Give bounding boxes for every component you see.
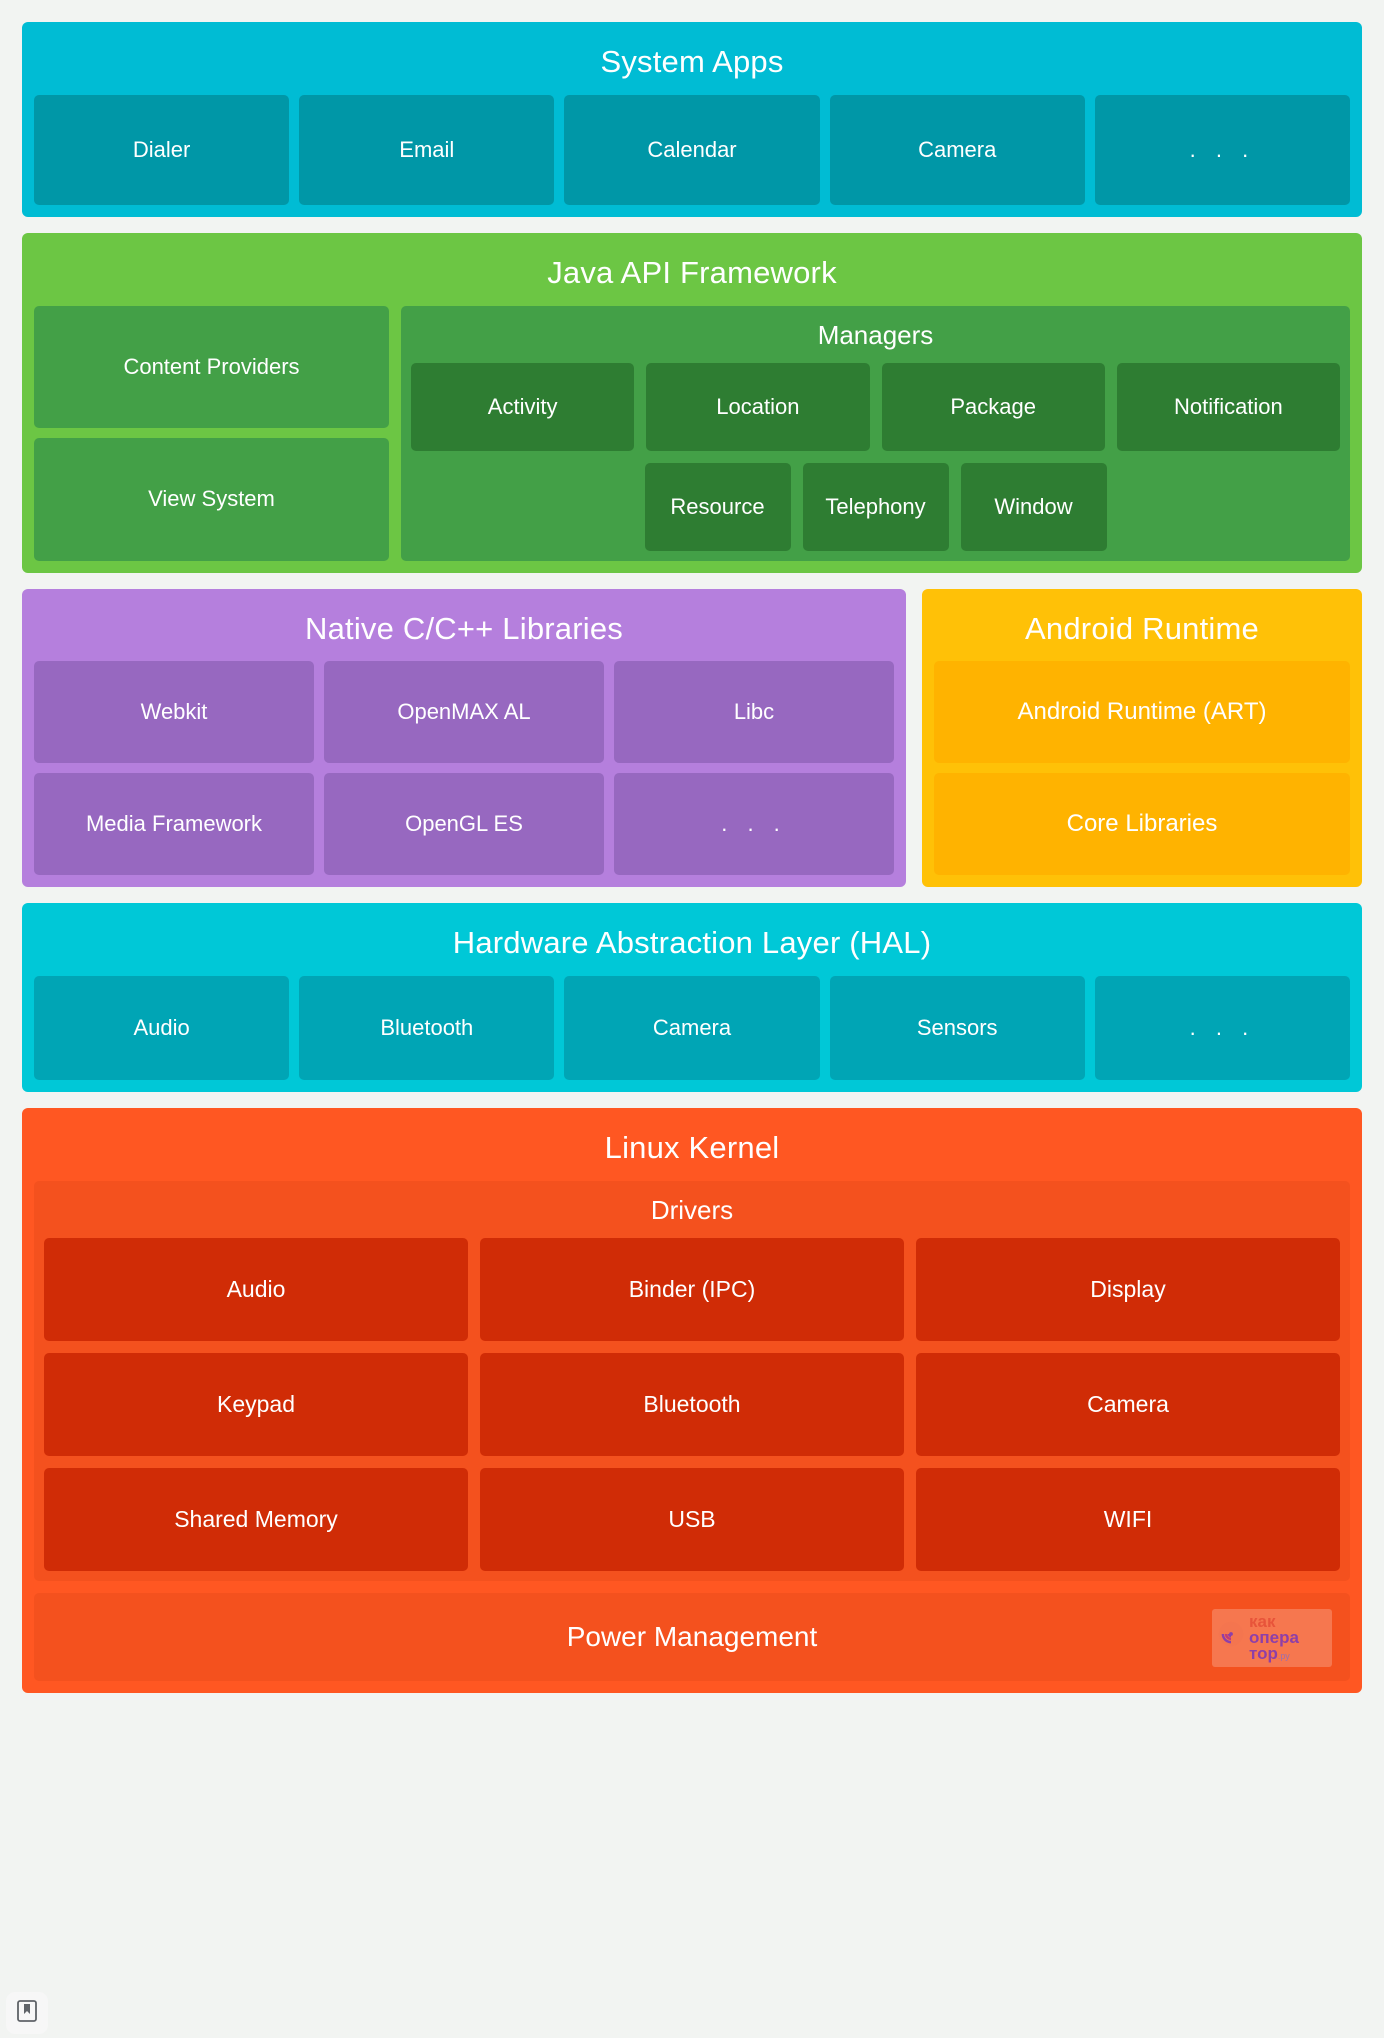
system-apps-chip-row: Dialer Email Calendar Camera . . . xyxy=(34,94,1351,205)
layer-linux-kernel: Linux Kernel Drivers Audio Binder (IPC) … xyxy=(22,1108,1362,1693)
system-app-camera: Camera xyxy=(829,94,1085,205)
native-lib-openmax-al: OpenMAX AL xyxy=(324,661,604,764)
layer-hardware-abstraction: Hardware Abstraction Layer (HAL) Audio B… xyxy=(22,903,1362,1092)
manager-window: Window xyxy=(960,462,1107,551)
native-lib-more: . . . xyxy=(614,773,894,876)
manager-package: Package xyxy=(881,362,1105,451)
hal-audio: Audio xyxy=(34,976,290,1080)
layer-native-libraries: Native C/C++ Libraries Webkit OpenMAX AL… xyxy=(22,588,906,888)
managers-panel: Managers Activity Location Package Notif… xyxy=(401,305,1350,561)
native-libs-title: Native C/C++ Libraries xyxy=(305,610,623,646)
power-management-bar: Power Management как опера тор.ру xyxy=(34,1592,1350,1681)
drivers-row-1: Audio Binder (IPC) Display xyxy=(44,1237,1340,1341)
system-app-email: Email xyxy=(299,94,555,205)
layer-system-apps: System Apps Dialer Email Calendar Camera… xyxy=(22,22,1362,217)
driver-keypad: Keypad xyxy=(44,1352,468,1456)
driver-bluetooth: Bluetooth xyxy=(480,1352,904,1456)
watermark-line-3: тор.ру xyxy=(1249,1643,1299,1663)
drivers-title: Drivers xyxy=(650,1194,734,1225)
drivers-panel: Drivers Audio Binder (IPC) Display Keypa… xyxy=(34,1180,1350,1581)
manager-resource: Resource xyxy=(644,462,791,551)
android-runtime-title: Android Runtime xyxy=(1025,610,1259,646)
driver-shared-memory: Shared Memory xyxy=(44,1467,468,1571)
watermark-domain-suffix: .ру xyxy=(1277,1650,1290,1661)
java-framework-body: Content Providers View System Managers A… xyxy=(34,305,1350,561)
drivers-row-2: Keypad Bluetooth Camera xyxy=(44,1352,1340,1456)
managers-row-top: Activity Location Package Notification xyxy=(411,362,1340,451)
native-libs-row-top: Webkit OpenMAX AL Libc xyxy=(34,661,894,764)
hal-chip-row: Audio Bluetooth Camera Sensors . . . xyxy=(34,976,1351,1080)
system-apps-title: System Apps xyxy=(600,44,784,79)
runtime-core-libraries: Core Libraries xyxy=(934,773,1350,876)
native-lib-opengl-es: OpenGL ES xyxy=(324,773,604,876)
middle-row: Native C/C++ Libraries Webkit OpenMAX AL… xyxy=(22,588,1362,888)
system-app-more: . . . xyxy=(1094,94,1351,205)
drivers-row-3: Shared Memory USB WIFI xyxy=(44,1467,1340,1571)
bookmark-badge[interactable] xyxy=(6,1992,48,2034)
hal-camera: Camera xyxy=(564,976,820,1080)
hal-more: . . . xyxy=(1094,976,1351,1080)
android-architecture-diagram: System Apps Dialer Email Calendar Camera… xyxy=(0,0,1384,2038)
java-framework-left-column: Content Providers View System xyxy=(34,305,389,561)
site-watermark: как опера тор.ру xyxy=(1212,1608,1332,1667)
watermark-line-3-main: тор xyxy=(1249,1643,1278,1663)
driver-display: Display xyxy=(916,1237,1340,1341)
native-lib-libc: Libc xyxy=(614,661,894,764)
system-app-calendar: Calendar xyxy=(564,94,820,205)
hal-title: Hardware Abstraction Layer (HAL) xyxy=(452,925,932,961)
system-app-dialer: Dialer xyxy=(34,94,290,205)
driver-camera: Camera xyxy=(916,1352,1340,1456)
manager-notification: Notification xyxy=(1116,362,1340,451)
driver-usb: USB xyxy=(480,1467,904,1571)
manager-telephony: Telephony xyxy=(802,462,949,551)
managers-title: Managers xyxy=(817,319,934,350)
native-lib-media-framework: Media Framework xyxy=(34,773,314,876)
hal-bluetooth: Bluetooth xyxy=(299,976,555,1080)
manager-location: Location xyxy=(646,362,870,451)
layer-android-runtime: Android Runtime Android Runtime (ART) Co… xyxy=(922,588,1362,888)
managers-row-bottom: Resource Telephony Window xyxy=(411,462,1340,551)
layer-java-api-framework: Java API Framework Content Providers Vie… xyxy=(22,232,1362,573)
linux-kernel-title: Linux Kernel xyxy=(604,1130,780,1165)
driver-binder-ipc: Binder (IPC) xyxy=(480,1237,904,1341)
native-lib-webkit: Webkit xyxy=(34,661,314,764)
native-libs-row-bottom: Media Framework OpenGL ES . . . xyxy=(34,773,894,876)
bookmark-icon[interactable] xyxy=(17,1999,37,2027)
signal-radar-icon xyxy=(1218,1621,1244,1654)
runtime-art: Android Runtime (ART) xyxy=(934,661,1350,764)
power-management-label: Power Management xyxy=(566,1620,818,1652)
driver-audio: Audio xyxy=(44,1237,468,1341)
driver-wifi: WIFI xyxy=(916,1467,1340,1571)
watermark-text: как опера тор.ру xyxy=(1249,1614,1299,1663)
manager-activity: Activity xyxy=(411,362,635,451)
java-framework-title: Java API Framework xyxy=(547,254,837,290)
hal-sensors: Sensors xyxy=(829,976,1085,1080)
block-content-providers: Content Providers xyxy=(34,305,389,428)
block-view-system: View System xyxy=(34,438,389,561)
